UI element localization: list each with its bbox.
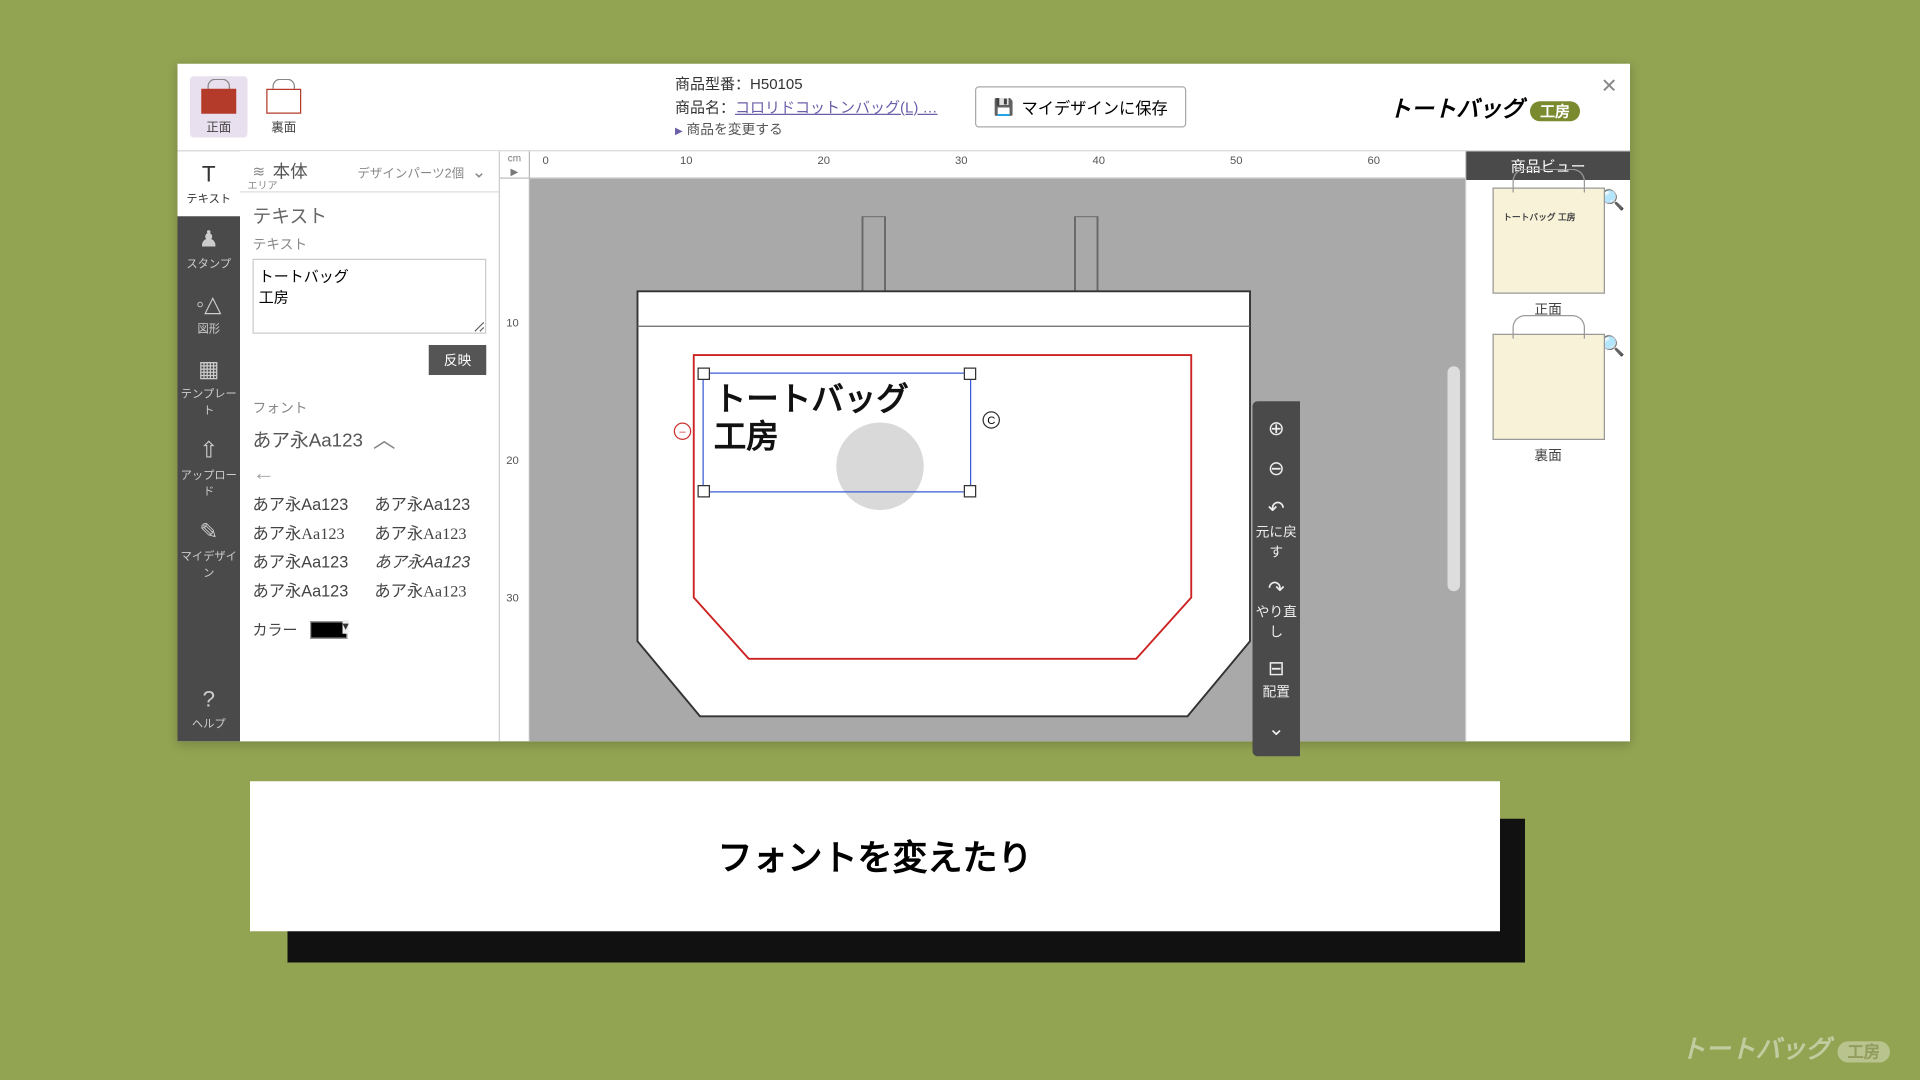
canvas[interactable]: cm▶ 0 10 20 30 40 50 60 10 20 30 [500, 151, 1465, 741]
front-label: 正面 [206, 121, 231, 135]
zoom-out-button[interactable]: ⊖ [1253, 449, 1301, 489]
model-value: H50105 [750, 74, 803, 92]
font-option[interactable]: あア永Aa123 [374, 549, 486, 573]
ruler-horizontal: 0 10 20 30 40 50 60 [530, 151, 1465, 179]
preview-front[interactable]: 🔍 トートバッグ 工房 正面 [1466, 180, 1630, 326]
preview-back[interactable]: 🔍 裏面 [1466, 326, 1630, 472]
ruler-unit: cm▶ [500, 151, 530, 179]
product-name-link[interactable]: コロリドコットンバッグ(L) … [735, 98, 938, 116]
font-option[interactable]: あア永Aa123 [374, 491, 486, 515]
chevron-up-icon[interactable]: ︿ [373, 423, 396, 456]
tool-rail: Tテキスト ♟スタンプ ◦△図形 ▦テンプレート ⇧アップロード ✎マイデザイン… [178, 151, 241, 741]
tool-text[interactable]: Tテキスト [178, 151, 241, 216]
resize-handle[interactable] [964, 485, 977, 498]
back-arrow-icon[interactable]: ← [253, 460, 487, 486]
tool-stamp[interactable]: ♟スタンプ [178, 216, 241, 281]
font-option[interactable]: あア永Aa123 [253, 578, 365, 602]
product-info: 商品型番：H50105 商品名：コロリドコットンバッグ(L) … 商品を変更する [675, 72, 938, 142]
align-button[interactable]: ⊟配置 [1253, 649, 1301, 709]
view-tabs: 正面 裏面 [178, 69, 326, 145]
zoom-in-button[interactable]: ⊕ [1253, 409, 1301, 449]
chevron-down-icon: ⌄ [472, 161, 487, 182]
font-option[interactable]: あア永Aa123 [253, 491, 365, 515]
tool-help[interactable]: ?ヘルプ [178, 676, 241, 741]
caption-text: フォントを変えたり [250, 781, 1500, 931]
change-product-link[interactable]: 商品を変更する [675, 120, 938, 142]
redo-button[interactable]: ↷やり直し [1253, 569, 1301, 649]
back-label: 裏面 [271, 121, 296, 135]
scrollbar[interactable] [1448, 366, 1461, 591]
font-option[interactable]: あア永Aa123 [374, 578, 486, 602]
caption: フォントを変えたり [250, 781, 1500, 931]
font-option[interactable]: あア永Aa123 [253, 520, 365, 544]
tool-shape[interactable]: ◦△図形 [178, 281, 241, 346]
undo-button[interactable]: ↶元に戻す [1253, 489, 1301, 569]
color-swatch[interactable] [310, 621, 348, 639]
header: 正面 裏面 商品型番：H50105 商品名：コロリドコットンバッグ(L) … 商… [178, 64, 1631, 152]
design-editor-window: 正面 裏面 商品型番：H50105 商品名：コロリドコットンバッグ(L) … 商… [178, 64, 1631, 742]
watermark: トートバッグ 工房 [1681, 1029, 1890, 1065]
font-option[interactable]: あア永Aa123 [374, 520, 486, 544]
resize-handle[interactable] [964, 368, 977, 381]
apply-button[interactable]: 反映 [429, 345, 487, 375]
side-panel: ≋ 本体 デザインパーツ2個 ⌄ エリア テキスト テキスト 反映 フォント あ… [240, 151, 500, 741]
font-option[interactable]: あア永Aa123 [253, 549, 365, 573]
text-input[interactable] [253, 259, 487, 334]
area-header[interactable]: ≋ 本体 デザインパーツ2個 ⌄ [240, 151, 499, 192]
brand-logo: トートバッグ 工房 [1389, 91, 1580, 124]
resize-handle[interactable] [698, 368, 711, 381]
view-tab-front[interactable]: 正面 [190, 76, 248, 137]
current-font: あア永Aa123 [253, 426, 363, 452]
panel-title: テキスト [253, 203, 487, 229]
layers-icon: ≋ [253, 163, 266, 181]
font-list: あア永Aa123 あア永Aa123 あア永Aa123 あア永Aa123 あア永A… [253, 491, 487, 601]
tool-mydesign[interactable]: ✎マイデザイン [178, 509, 241, 590]
text-object[interactable]: トートバッグ工房 – C [703, 373, 972, 493]
ruler-vertical: 10 20 30 [500, 179, 530, 742]
zoom-toolbar: ⊕ ⊖ ↶元に戻す ↷やり直し ⊟配置 ⌄ [1253, 401, 1301, 756]
resize-handle[interactable] [698, 485, 711, 498]
save-icon: 💾 [994, 97, 1014, 117]
copy-handle[interactable]: C [983, 411, 1001, 429]
close-icon[interactable]: ✕ [1601, 74, 1618, 99]
save-design-button[interactable]: 💾 マイデザインに保存 [975, 86, 1187, 127]
preview-column: 商品ビュー 🔍 トートバッグ 工房 正面 🔍 裏面 [1465, 151, 1630, 741]
expand-down-button[interactable]: ⌄ [1253, 709, 1301, 749]
view-tab-back[interactable]: 裏面 [255, 76, 313, 137]
tool-template[interactable]: ▦テンプレート [178, 346, 241, 427]
tool-upload[interactable]: ⇧アップロード [178, 428, 241, 509]
